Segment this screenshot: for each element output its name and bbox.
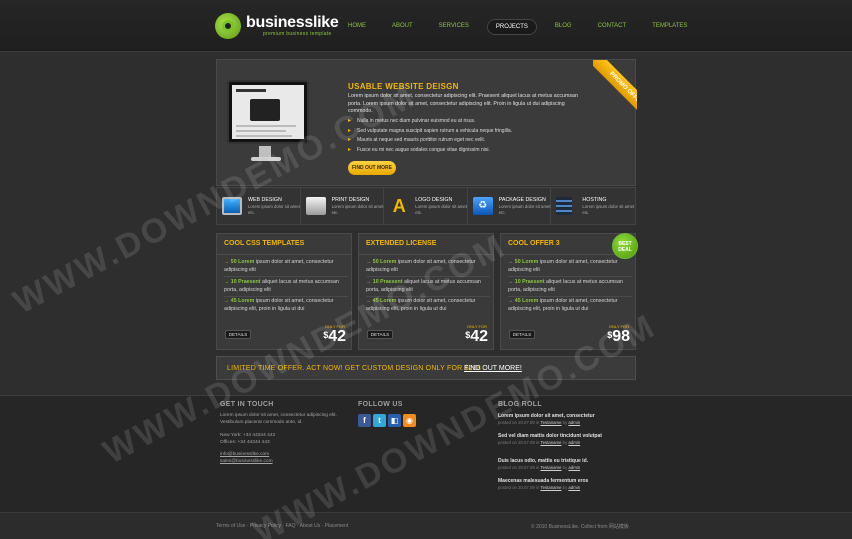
list-item: Sed vulputate magna suscipit sapien rutr…	[348, 127, 598, 137]
card-title: COOL CSS TEMPLATES	[224, 240, 305, 247]
service-title: HOSTING	[582, 197, 607, 203]
pricing-card-css-templates: COOL CSS TEMPLATES → 50 Lorem ipsum dolo…	[216, 233, 352, 350]
site-footer	[0, 395, 852, 512]
list-item: Fusce eu mi nec augue sodales congue vit…	[348, 146, 598, 156]
service-web-design[interactable]: WEB DESIGN Lorem ipsum dolor sit amet et…	[217, 188, 301, 224]
offer-text: LIMITED TIME OFFER. ACT NOW! GET CUSTOM …	[227, 365, 481, 372]
price: $42	[323, 328, 346, 345]
service-package-design[interactable]: ♻ PACKAGE DESIGN Lorem ipsum dolor sit a…	[468, 188, 552, 224]
best-deal-badge: BEST DEAL	[612, 233, 638, 259]
service-title: WEB DESIGN	[248, 197, 282, 203]
logo-text[interactable]: businesslike	[246, 14, 339, 32]
details-button[interactable]: DETAILS	[509, 330, 535, 339]
server-icon	[556, 197, 573, 215]
service-desc: Lorem ipsum dolor sit amet etc.	[498, 204, 551, 215]
nav-blog[interactable]: BLOG	[547, 19, 580, 35]
list-item: Nulla in metus nec diam pulvinar euismod…	[348, 117, 598, 127]
phone-line: Offices: +34 44344 443	[220, 440, 270, 445]
recycle-logo-icon[interactable]	[215, 13, 241, 39]
copyright: © 2010 BusinessLike. Collect from 网站模板	[531, 524, 629, 530]
printer-icon	[305, 197, 326, 215]
monitor-icon	[222, 197, 242, 215]
blog-roll-title: BLOG ROLL	[498, 401, 542, 408]
pricing-card-extended-license: EXTENDED LICENSE → 50 Lorem ipsum dolor …	[358, 233, 494, 350]
follow-us-title: FOLLOW US	[358, 401, 403, 408]
blog-entry[interactable]: Sed vel diam mattis dolor tincidunt volu…	[498, 433, 638, 446]
feature-item: → 45 Lorem ipsum dolor sit amet, consect…	[366, 298, 476, 312]
nav-about[interactable]: ABOUT	[384, 19, 421, 35]
hero-text: Lorem ipsum dolor sit amet, consectetur …	[348, 93, 578, 114]
monitor-base	[251, 157, 281, 161]
blog-entry[interactable]: Lorem ipsum dolor sit amet, consectetur …	[498, 413, 638, 426]
service-title: PACKAGE DESIGN	[498, 197, 546, 203]
contact-text: Lorem ipsum dolor sit amet, consectetur …	[220, 413, 337, 425]
services-strip: WEB DESIGN Lorem ipsum dolor sit amet et…	[216, 187, 636, 225]
service-hosting[interactable]: HOSTING Lorem ipsum dolor sit amet etc.	[551, 188, 635, 224]
feature-item: → 50 Lorem ipsum dolor sit amet, consect…	[224, 259, 334, 273]
get-in-touch-title: GET IN TOUCH	[220, 401, 274, 408]
list-item: Mauris at neque sed mauris porttitor rut…	[348, 136, 598, 146]
promo-ribbon-label: PROMO OFFER	[593, 60, 637, 126]
rss-icon[interactable]: ◉	[403, 414, 416, 427]
feature-item: → 50 Lorem ipsum dolor sit amet, consect…	[366, 259, 476, 273]
feature-item: → 10 Praesent aliquet lacus at metus acc…	[224, 279, 339, 293]
price: $42	[465, 328, 488, 345]
nav-home[interactable]: HOME	[340, 19, 374, 35]
service-print-design[interactable]: PRINT DESIGN Lorem ipsum dolor sit amet …	[301, 188, 385, 224]
letter-a-icon: A	[392, 196, 406, 216]
service-desc: Lorem ipsum dolor sit amet etc.	[331, 204, 384, 215]
bottom-bar: Terms of Use · Privacy Policy · FAQ · Ab…	[0, 512, 852, 539]
service-title: PRINT DESIGN	[331, 197, 370, 203]
service-title: LOGO DESIGN	[415, 197, 453, 203]
email-link[interactable]: sales@businesslike.com	[220, 459, 273, 466]
email-link[interactable]: info@businesslike.com	[220, 452, 269, 459]
find-out-more-link[interactable]: FIND OUT MORE!	[464, 365, 522, 372]
facebook-icon[interactable]: f	[358, 414, 371, 427]
promo-ribbon: PROMO OFFER	[593, 60, 637, 140]
delicious-icon[interactable]: ◧	[388, 414, 401, 427]
hero-bullet-list: Nulla in metus nec diam pulvinar euismod…	[348, 117, 598, 155]
phone-line: New York: +34 44344 443	[220, 433, 276, 438]
details-button[interactable]: DETAILS	[225, 330, 251, 339]
card-title: COOL OFFER 3	[508, 240, 560, 247]
twitter-icon[interactable]: t	[373, 414, 386, 427]
feature-item: → 45 Lorem ipsum dolor sit amet, consect…	[224, 298, 334, 312]
main-nav: HOME ABOUT SERVICES PROJECTS BLOG CONTAC…	[340, 19, 705, 35]
nav-projects[interactable]: PROJECTS	[486, 19, 537, 35]
card-title: EXTENDED LICENSE	[366, 240, 437, 247]
social-icons: f t ◧ ◉	[358, 414, 418, 427]
footer-links[interactable]: Terms of Use · Privacy Policy · FAQ · Ab…	[216, 523, 348, 529]
recycle-box-icon: ♻	[472, 197, 493, 215]
details-button[interactable]: DETAILS	[367, 330, 393, 339]
monitor-image	[227, 80, 309, 144]
service-desc: Lorem ipsum dolor sit amet etc.	[248, 204, 300, 215]
hero-title: USABLE WEBSITE DEISGN	[348, 82, 459, 91]
nav-services[interactable]: SERVICES	[431, 19, 477, 35]
offer-bar: LIMITED TIME OFFER. ACT NOW! GET CUSTOM …	[216, 356, 636, 380]
site-header: businesslike premium business template H…	[0, 0, 852, 52]
price: $98	[607, 328, 630, 345]
blog-entry[interactable]: Duis lacus odio, mattis eu tristique id.…	[498, 458, 638, 471]
logo-tagline: premium business template	[263, 31, 332, 37]
pricing-section: COOL CSS TEMPLATES → 50 Lorem ipsum dolo…	[216, 233, 636, 350]
feature-item: → 10 Praesent aliquet lacus at metus acc…	[508, 279, 623, 293]
find-out-more-button[interactable]: FIND OUT MORE	[348, 161, 396, 175]
blog-entry[interactable]: Maecenas malesuada fermentum eros posted…	[498, 478, 638, 491]
hero-banner: USABLE WEBSITE DEISGN Lorem ipsum dolor …	[216, 59, 637, 186]
nav-templates[interactable]: TEMPLATES	[644, 19, 695, 35]
feature-item: → 45 Lorem ipsum dolor sit amet, consect…	[508, 298, 618, 312]
nav-contact[interactable]: CONTACT	[590, 19, 635, 35]
feature-item: → 10 Praesent aliquet lacus at metus acc…	[366, 279, 481, 293]
service-desc: Lorem ipsum dolor sit amet etc.	[415, 204, 468, 215]
service-desc: Lorem ipsum dolor sit amet etc.	[582, 204, 635, 215]
feature-item: → 50 Lorem ipsum dolor sit amet, consect…	[508, 259, 618, 273]
service-logo-design[interactable]: A LOGO DESIGN Lorem ipsum dolor sit amet…	[384, 188, 468, 224]
